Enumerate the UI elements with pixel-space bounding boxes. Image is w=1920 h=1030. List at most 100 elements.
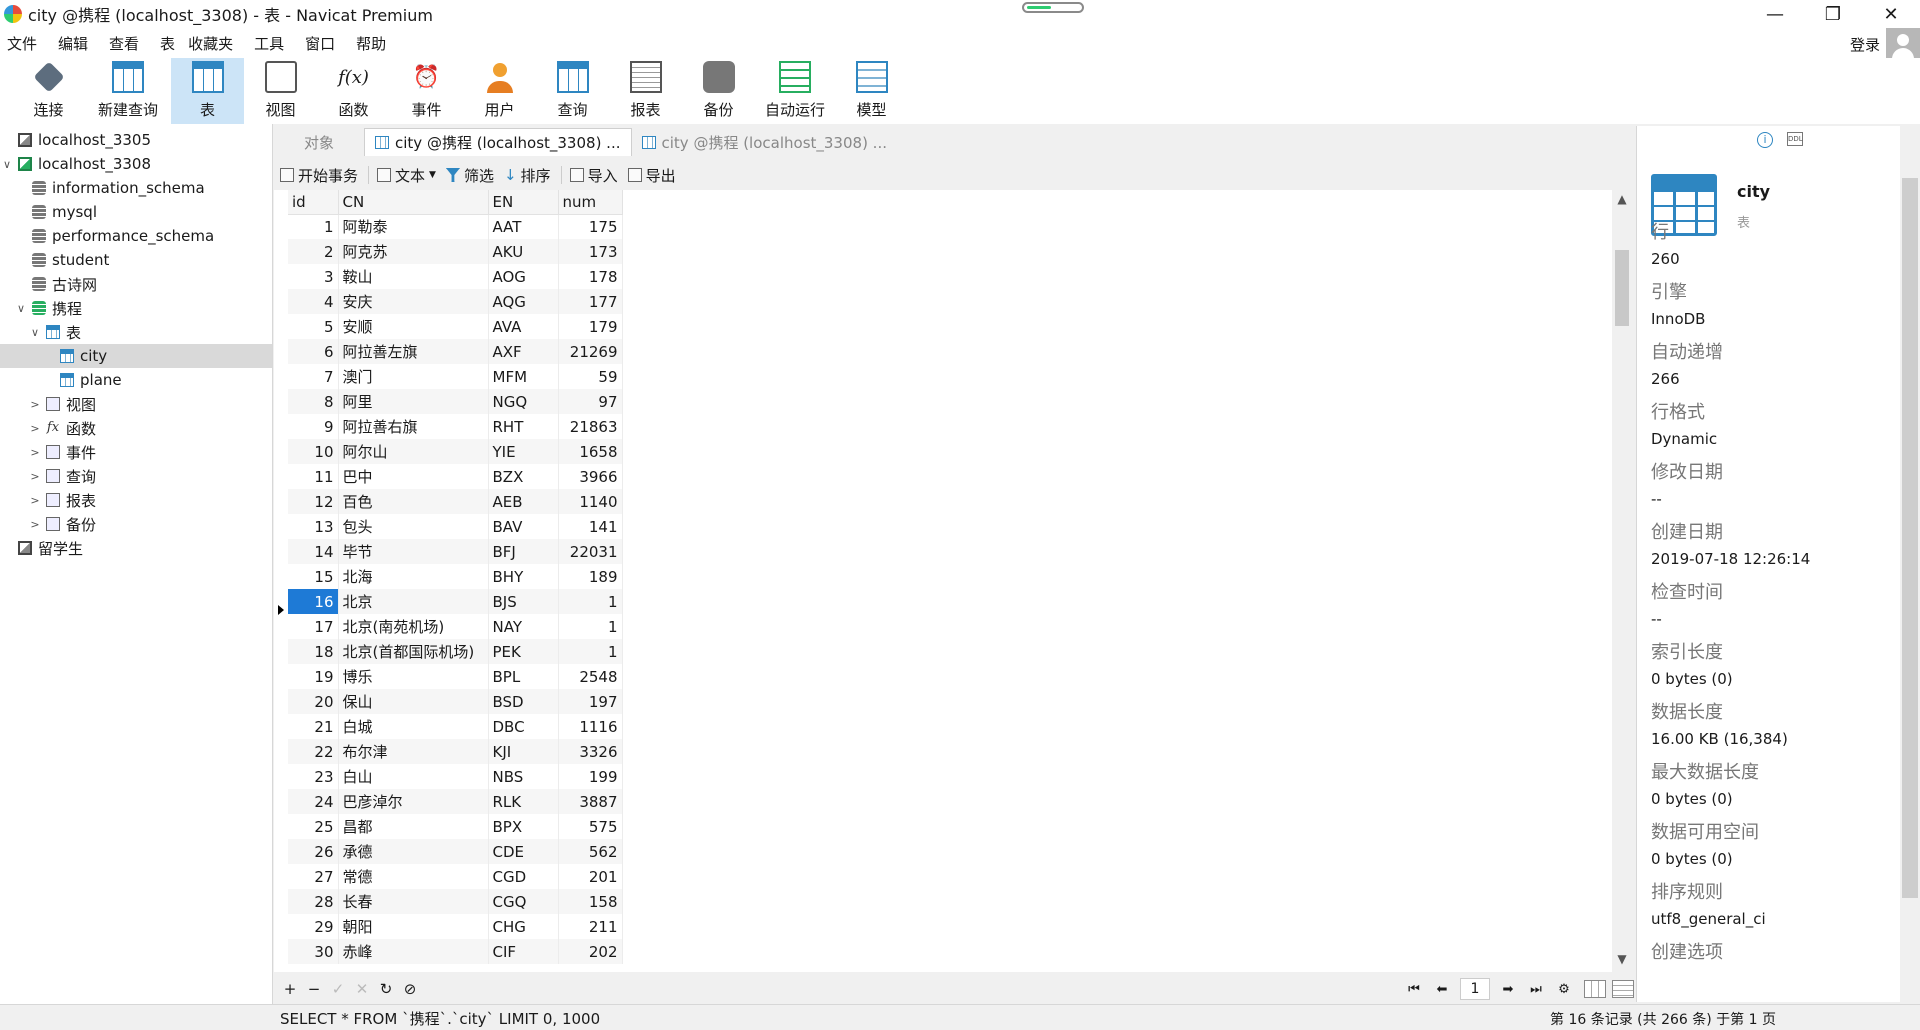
table-row[interactable]: 15 北海 BHY 189 [288,564,623,589]
cell-cn[interactable]: 阿拉善左旗 [338,339,489,364]
tree-node-18[interactable]: 留学生 [0,536,83,560]
next-page-button[interactable]: ➡ [1494,982,1522,997]
scroll-up-icon[interactable]: ▲ [1612,192,1632,210]
connection-button[interactable]: 连接 [12,58,85,124]
menu-edit[interactable]: 编辑 [51,33,102,54]
cell-cn[interactable]: 常德 [338,864,489,889]
cell-id[interactable]: 12 [288,489,339,514]
cell-cn[interactable]: 鞍山 [338,264,489,289]
report-button[interactable]: 报表 [609,58,682,124]
cell-id[interactable]: 20 [288,689,339,714]
row-marker[interactable] [274,904,288,929]
table-row[interactable]: 8 阿里 NGQ 97 [288,389,623,414]
table-row[interactable]: 30 赤峰 CIF 202 [288,939,623,964]
table-row[interactable]: 18 北京(首都国际机场) PEK 1 [288,639,623,664]
tree-node-9[interactable]: ∨ 表 [0,320,81,344]
cell-id[interactable]: 19 [288,664,339,689]
cell-en[interactable]: AOG [488,264,559,289]
close-button[interactable]: ✕ [1862,0,1920,28]
column-header-id[interactable]: id [288,190,339,215]
cell-en[interactable]: AAT [488,214,559,239]
cell-id[interactable]: 17 [288,614,339,639]
scroll-down-icon[interactable]: ▼ [1612,952,1632,970]
grid-scrollbar[interactable]: ▲ ▼ [1612,190,1632,972]
cell-cn[interactable]: 百色 [338,489,489,514]
table-row[interactable]: 13 包头 BAV 141 [288,514,623,539]
row-marker[interactable] [274,802,288,827]
table-row[interactable]: 23 白山 NBS 199 [288,764,623,789]
scroll-thumb[interactable] [1615,250,1629,326]
cell-num[interactable]: 562 [558,839,623,864]
cell-num[interactable]: 3966 [558,464,623,489]
form-view-icon[interactable] [1612,980,1634,998]
expand-chevron-icon[interactable]: ∨ [14,302,28,315]
row-marker[interactable] [274,419,288,444]
cell-en[interactable]: AXF [488,339,559,364]
cell-id[interactable]: 18 [288,639,339,664]
table-row[interactable]: 19 博乐 BPL 2548 [288,664,623,689]
cell-cn[interactable]: 博乐 [338,664,489,689]
export-button[interactable]: 导出 [627,165,676,186]
tree-node-14[interactable]: > 事件 [0,440,96,464]
table-row[interactable]: 21 白城 DBC 1116 [288,714,623,739]
cell-en[interactable]: DBC [488,714,559,739]
menu-window[interactable]: 窗口 [298,33,349,54]
cell-id[interactable]: 7 [288,364,339,389]
cell-cn[interactable]: 布尔津 [338,739,489,764]
collapse-chevron-icon[interactable]: > [28,446,42,459]
row-marker[interactable] [274,751,288,776]
tab-city-design[interactable]: city @携程 (localhost_3308) ... [632,128,898,156]
cell-en[interactable]: RHT [488,414,559,439]
table-row[interactable]: 17 北京(南苑机场) NAY 1 [288,614,623,639]
tree-node-8[interactable]: ∨ 携程 [0,296,82,320]
cell-cn[interactable]: 昌都 [338,814,489,839]
function-button[interactable]: f(x) 函数 [317,58,390,124]
apply-changes-button[interactable]: ✓ [326,980,350,998]
table-row[interactable]: 27 常德 CGD 201 [288,864,623,889]
menu-table[interactable]: 表 [153,33,181,54]
row-marker[interactable] [274,853,288,878]
delete-record-button[interactable]: − [302,980,326,998]
cell-id[interactable]: 21 [288,714,339,739]
cell-id[interactable]: 3 [288,264,339,289]
table-row[interactable]: 6 阿拉善左旗 AXF 21269 [288,339,623,364]
cell-id[interactable]: 28 [288,889,339,914]
cell-num[interactable]: 1658 [558,439,623,464]
cell-num[interactable]: 178 [558,264,623,289]
row-marker[interactable] [274,776,288,801]
cell-num[interactable]: 173 [558,239,623,264]
cell-num[interactable]: 1 [558,614,623,639]
stop-button[interactable]: ⊘ [398,980,422,998]
cell-en[interactable]: AQG [488,289,559,314]
cell-num[interactable]: 199 [558,764,623,789]
cell-id[interactable]: 10 [288,439,339,464]
begin-transaction-button[interactable]: 开始事务 [280,165,358,186]
row-marker[interactable] [274,547,288,572]
row-marker[interactable] [274,725,288,750]
cell-id[interactable]: 9 [288,414,339,439]
tree-node-12[interactable]: > 视图 [0,392,96,416]
cell-num[interactable]: 1 [558,589,623,614]
cell-en[interactable]: BZX [488,464,559,489]
table-row[interactable]: 25 昌都 BPX 575 [288,814,623,839]
cell-num[interactable]: 97 [558,389,623,414]
cell-cn[interactable]: 承德 [338,839,489,864]
cell-cn[interactable]: 包头 [338,514,489,539]
collapse-chevron-icon[interactable]: > [28,494,42,507]
collapse-chevron-icon[interactable]: > [28,398,42,411]
cell-en[interactable]: NAY [488,614,559,639]
expand-chevron-icon[interactable]: ∨ [0,158,14,171]
info-scroll-thumb[interactable] [1902,178,1918,898]
row-marker[interactable] [274,241,288,266]
cell-num[interactable]: 59 [558,364,623,389]
cell-id[interactable]: 4 [288,289,339,314]
cell-num[interactable]: 211 [558,914,623,939]
table-row[interactable]: 3 鞍山 AOG 178 [288,264,623,289]
cell-en[interactable]: AEB [488,489,559,514]
grid-view-icon[interactable] [1584,980,1606,998]
cell-id[interactable]: 23 [288,764,339,789]
table-row[interactable]: 22 布尔津 KJI 3326 [288,739,623,764]
table-row[interactable]: 16 北京 BJS 1 [288,589,623,614]
table-row[interactable]: 12 百色 AEB 1140 [288,489,623,514]
tree-node-3[interactable]: information_schema [0,176,205,200]
